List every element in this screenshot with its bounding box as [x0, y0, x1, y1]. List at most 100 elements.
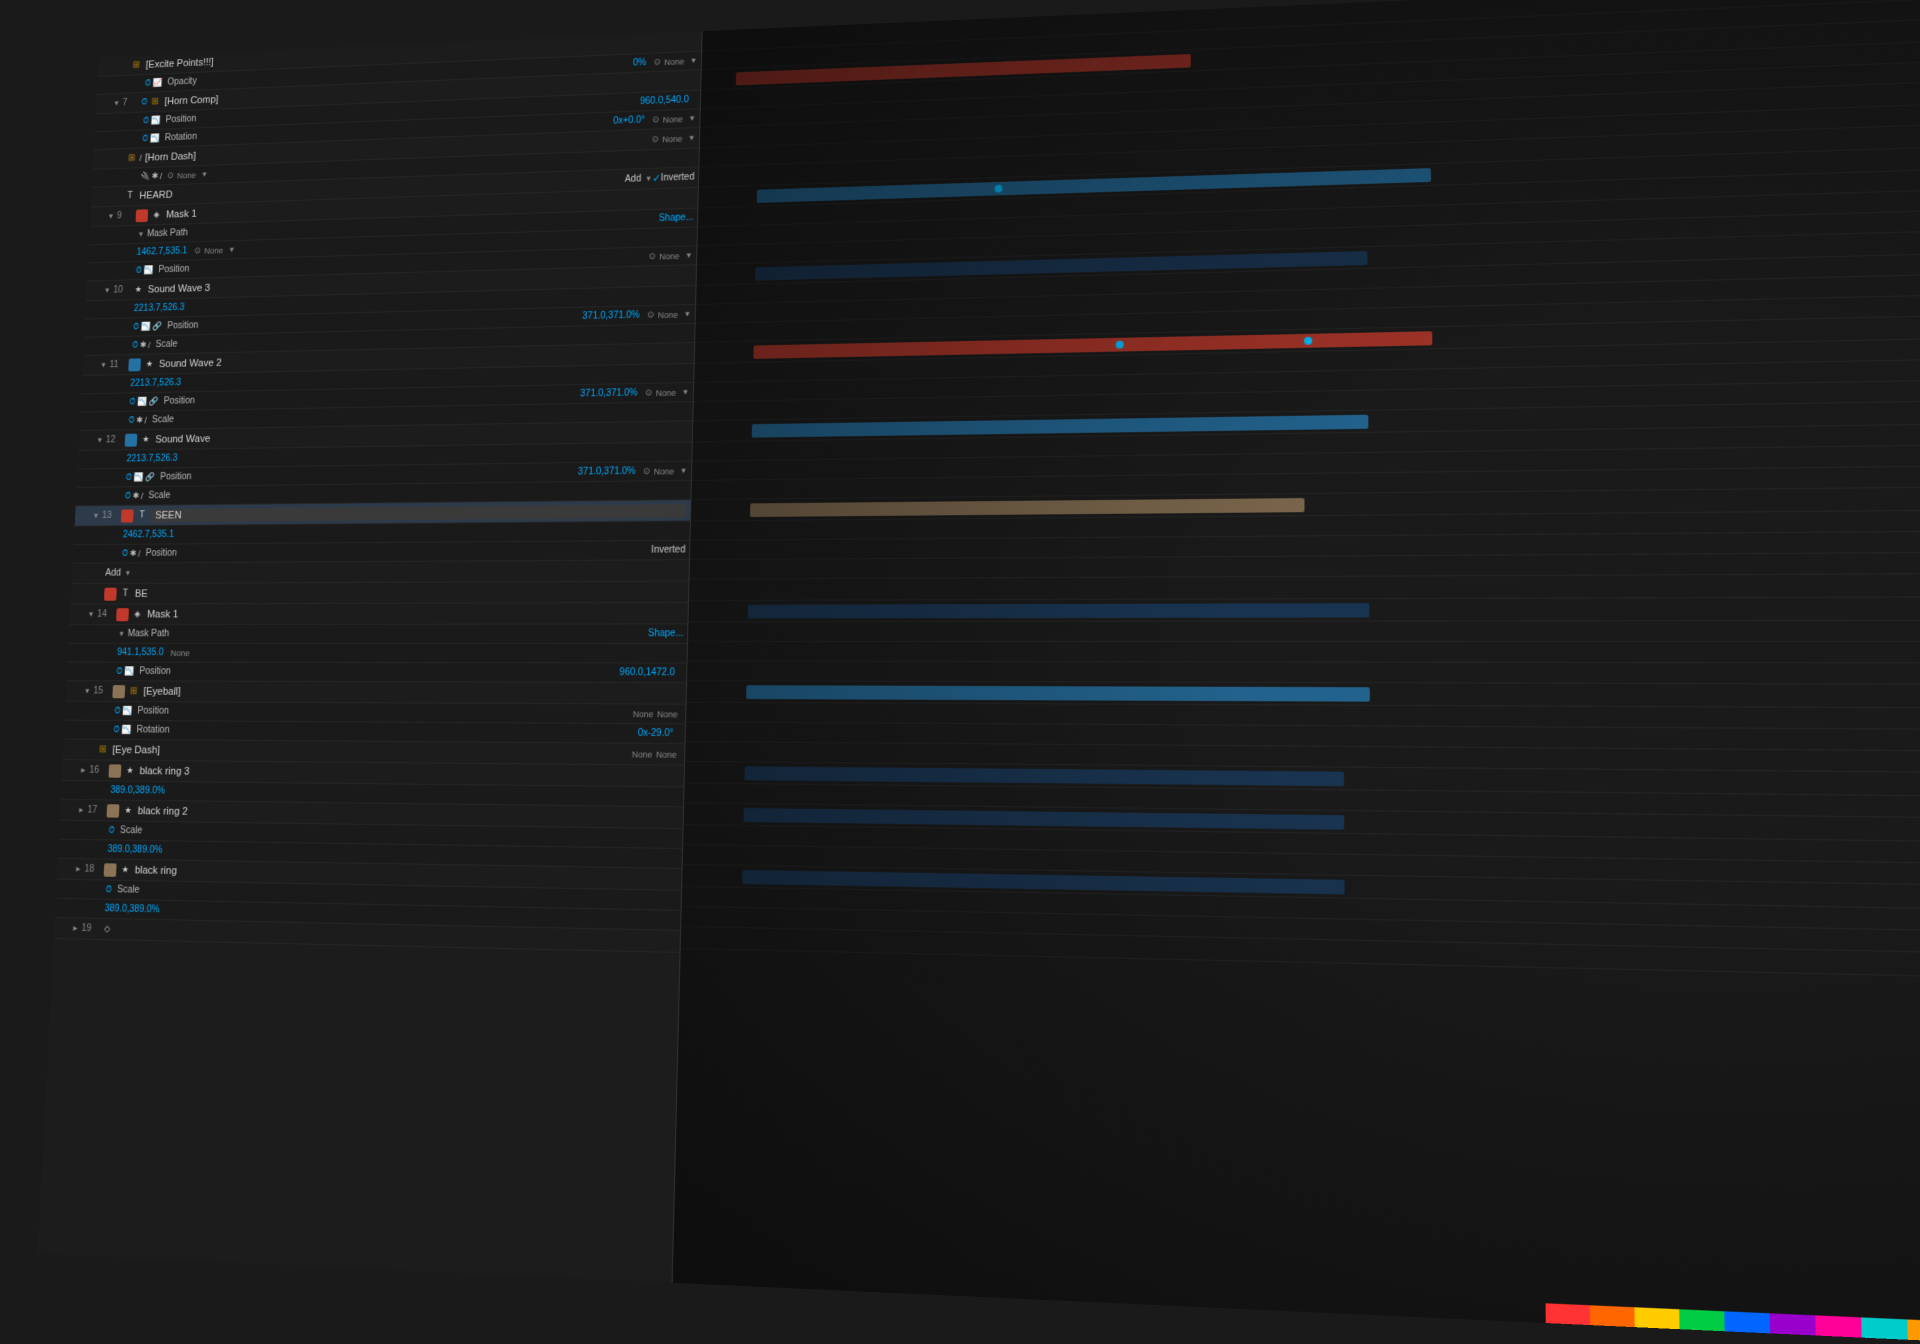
stopwatch-icon[interactable]: ⏱: [116, 666, 123, 676]
collapse-arrow[interactable]: ►: [75, 865, 82, 874]
graph-icon[interactable]: 📉: [151, 115, 161, 125]
stopwatch-icon[interactable]: ⏱: [129, 397, 136, 407]
graph-icon[interactable]: 📉: [143, 265, 153, 275]
timeline-row: [688, 642, 1920, 664]
graph-icon[interactable]: 📉: [121, 725, 131, 735]
rainbow-segment: [1770, 1313, 1816, 1335]
collapse-arrow[interactable]: ►: [80, 766, 87, 775]
stopwatch-icon[interactable]: ⏱: [125, 491, 132, 501]
layer-name: [Eye Dash]: [112, 744, 632, 760]
property-value[interactable]: 960.0,1472.0: [619, 667, 675, 678]
blend-row: Add ▼: [72, 560, 689, 584]
layer-name-selected: SEEN: [151, 504, 686, 522]
rotation-value[interactable]: 0x-29.0°: [638, 728, 674, 739]
color-swatch: [116, 608, 129, 621]
blend-mode[interactable]: Add: [625, 174, 642, 185]
color-swatch: [108, 764, 121, 777]
pen-icon[interactable]: /: [160, 171, 163, 180]
stopwatch-icon[interactable]: ⏱: [145, 78, 152, 88]
pen-icon[interactable]: /: [141, 491, 144, 500]
stopwatch-icon[interactable]: ⏱: [108, 825, 115, 836]
pen-icon[interactable]: /: [139, 153, 142, 162]
collapse-arrow[interactable]: ▼: [113, 99, 120, 107]
color-swatch: [121, 509, 134, 522]
stopwatch-icon[interactable]: ⏱: [136, 265, 143, 275]
stopwatch-icon[interactable]: ⏱: [132, 340, 139, 350]
graph-icon[interactable]: 📉: [141, 322, 151, 332]
dropdown-arrow[interactable]: ▼: [228, 246, 235, 254]
collapse-arrow[interactable]: ▼: [100, 361, 107, 369]
dropdown-arrow[interactable]: ▼: [688, 134, 696, 143]
layer-row[interactable]: ▼ 15 ⊞ [Eyeball]: [66, 681, 686, 705]
pen-icon[interactable]: /: [148, 340, 151, 349]
dropdown-arrow[interactable]: ▼: [124, 569, 131, 577]
dropdown-arrow[interactable]: ▼: [688, 114, 696, 123]
property-value[interactable]: 960.0,540.0: [640, 95, 689, 107]
collapse-arrow[interactable]: ▼: [107, 212, 114, 220]
inverted-label: Inverted: [661, 172, 695, 183]
graph-icon[interactable]: 📉: [122, 706, 132, 716]
property-value[interactable]: 2213.7,526.3: [134, 303, 185, 314]
shape-value[interactable]: Shape...: [659, 212, 694, 223]
graph-icon[interactable]: 📈: [152, 78, 162, 88]
property-value[interactable]: 1462.7,535.1: [136, 246, 187, 257]
collapse-arrow[interactable]: ▼: [92, 512, 99, 520]
timeline-bar: [750, 498, 1305, 517]
stopwatch-icon[interactable]: ⏱: [113, 725, 120, 735]
rainbow-segment: [1907, 1319, 1920, 1341]
collapse-arrow[interactable]: ▼: [104, 286, 111, 294]
graph-icon[interactable]: 📉: [137, 397, 147, 407]
stopwatch-icon[interactable]: ⏱: [125, 472, 132, 482]
none-text: None: [632, 749, 653, 759]
property-value[interactable]: 371.0,371.0%: [582, 310, 640, 322]
collapse-arrow[interactable]: ▼: [84, 687, 91, 695]
precomp-icon: ⊞: [130, 59, 143, 72]
layer-row[interactable]: T BE: [71, 582, 689, 605]
stopwatch-icon[interactable]: ⏱: [122, 548, 129, 558]
property-value[interactable]: 2213.7,526.3: [126, 453, 177, 464]
timeline-panel[interactable]: [673, 0, 1920, 1344]
dropdown-arrow[interactable]: ▼: [685, 251, 693, 260]
property-value[interactable]: 2462.7,535.1: [123, 530, 175, 541]
property-value[interactable]: 371.0,371.0%: [578, 466, 636, 477]
none-icon: ⊙: [649, 251, 656, 262]
collapse-arrow[interactable]: ▼: [87, 610, 94, 618]
property-value[interactable]: 371.0,371.0%: [580, 388, 638, 399]
graph-icon[interactable]: 📉: [133, 472, 143, 482]
collapse-arrow[interactable]: ▼: [96, 436, 103, 444]
dropdown-arrow[interactable]: ▼: [680, 466, 688, 475]
pen-icon[interactable]: /: [138, 549, 141, 558]
property-value[interactable]: 941.1,535.0: [117, 648, 164, 658]
dropdown-arrow[interactable]: ▼: [201, 170, 208, 178]
stopwatch-icon[interactable]: ⏱: [142, 134, 149, 144]
stopwatch-icon[interactable]: ⏱: [143, 116, 150, 126]
graph-icon[interactable]: 📉: [150, 133, 160, 143]
property-value[interactable]: 389.0,389.0%: [107, 844, 162, 855]
link-icon: 🔗: [145, 472, 155, 482]
property-value[interactable]: 0%: [633, 58, 647, 69]
collapse-arrow[interactable]: ▼: [118, 630, 125, 638]
dropdown-arrow[interactable]: ▼: [690, 56, 698, 65]
property-value[interactable]: 389.0,389.0%: [104, 904, 159, 916]
stopwatch-icon[interactable]: ⏱: [114, 706, 121, 716]
layer-number: 19: [81, 923, 101, 934]
pen-icon[interactable]: /: [144, 416, 147, 425]
graph-icon[interactable]: 📉: [124, 666, 134, 676]
collapse-arrow[interactable]: ▼: [137, 230, 144, 238]
inverted-label: Inverted: [651, 545, 685, 556]
property-value[interactable]: 2213.7,526.3: [130, 378, 181, 389]
property-value[interactable]: 389.0,389.0%: [110, 785, 165, 796]
dropdown-arrow[interactable]: ▼: [684, 310, 692, 319]
blend-mode-label[interactable]: Add: [105, 568, 121, 578]
stopwatch-icon[interactable]: ⏱: [128, 415, 135, 425]
stopwatch-icon[interactable]: ⏱: [133, 322, 140, 332]
collapse-arrow[interactable]: ►: [72, 924, 79, 933]
rotation-value[interactable]: 0x+0.0°: [613, 115, 645, 126]
dropdown-arrow[interactable]: ▼: [682, 388, 690, 397]
stopwatch-icon[interactable]: ⏱: [105, 884, 112, 895]
shape-value[interactable]: Shape...: [648, 628, 684, 639]
timeline-row: [689, 574, 1920, 601]
collapse-arrow[interactable]: ►: [78, 806, 85, 815]
timeline-row: [688, 621, 1920, 642]
layer-row[interactable]: ▼ 14 ◈ Mask 1: [70, 603, 688, 625]
